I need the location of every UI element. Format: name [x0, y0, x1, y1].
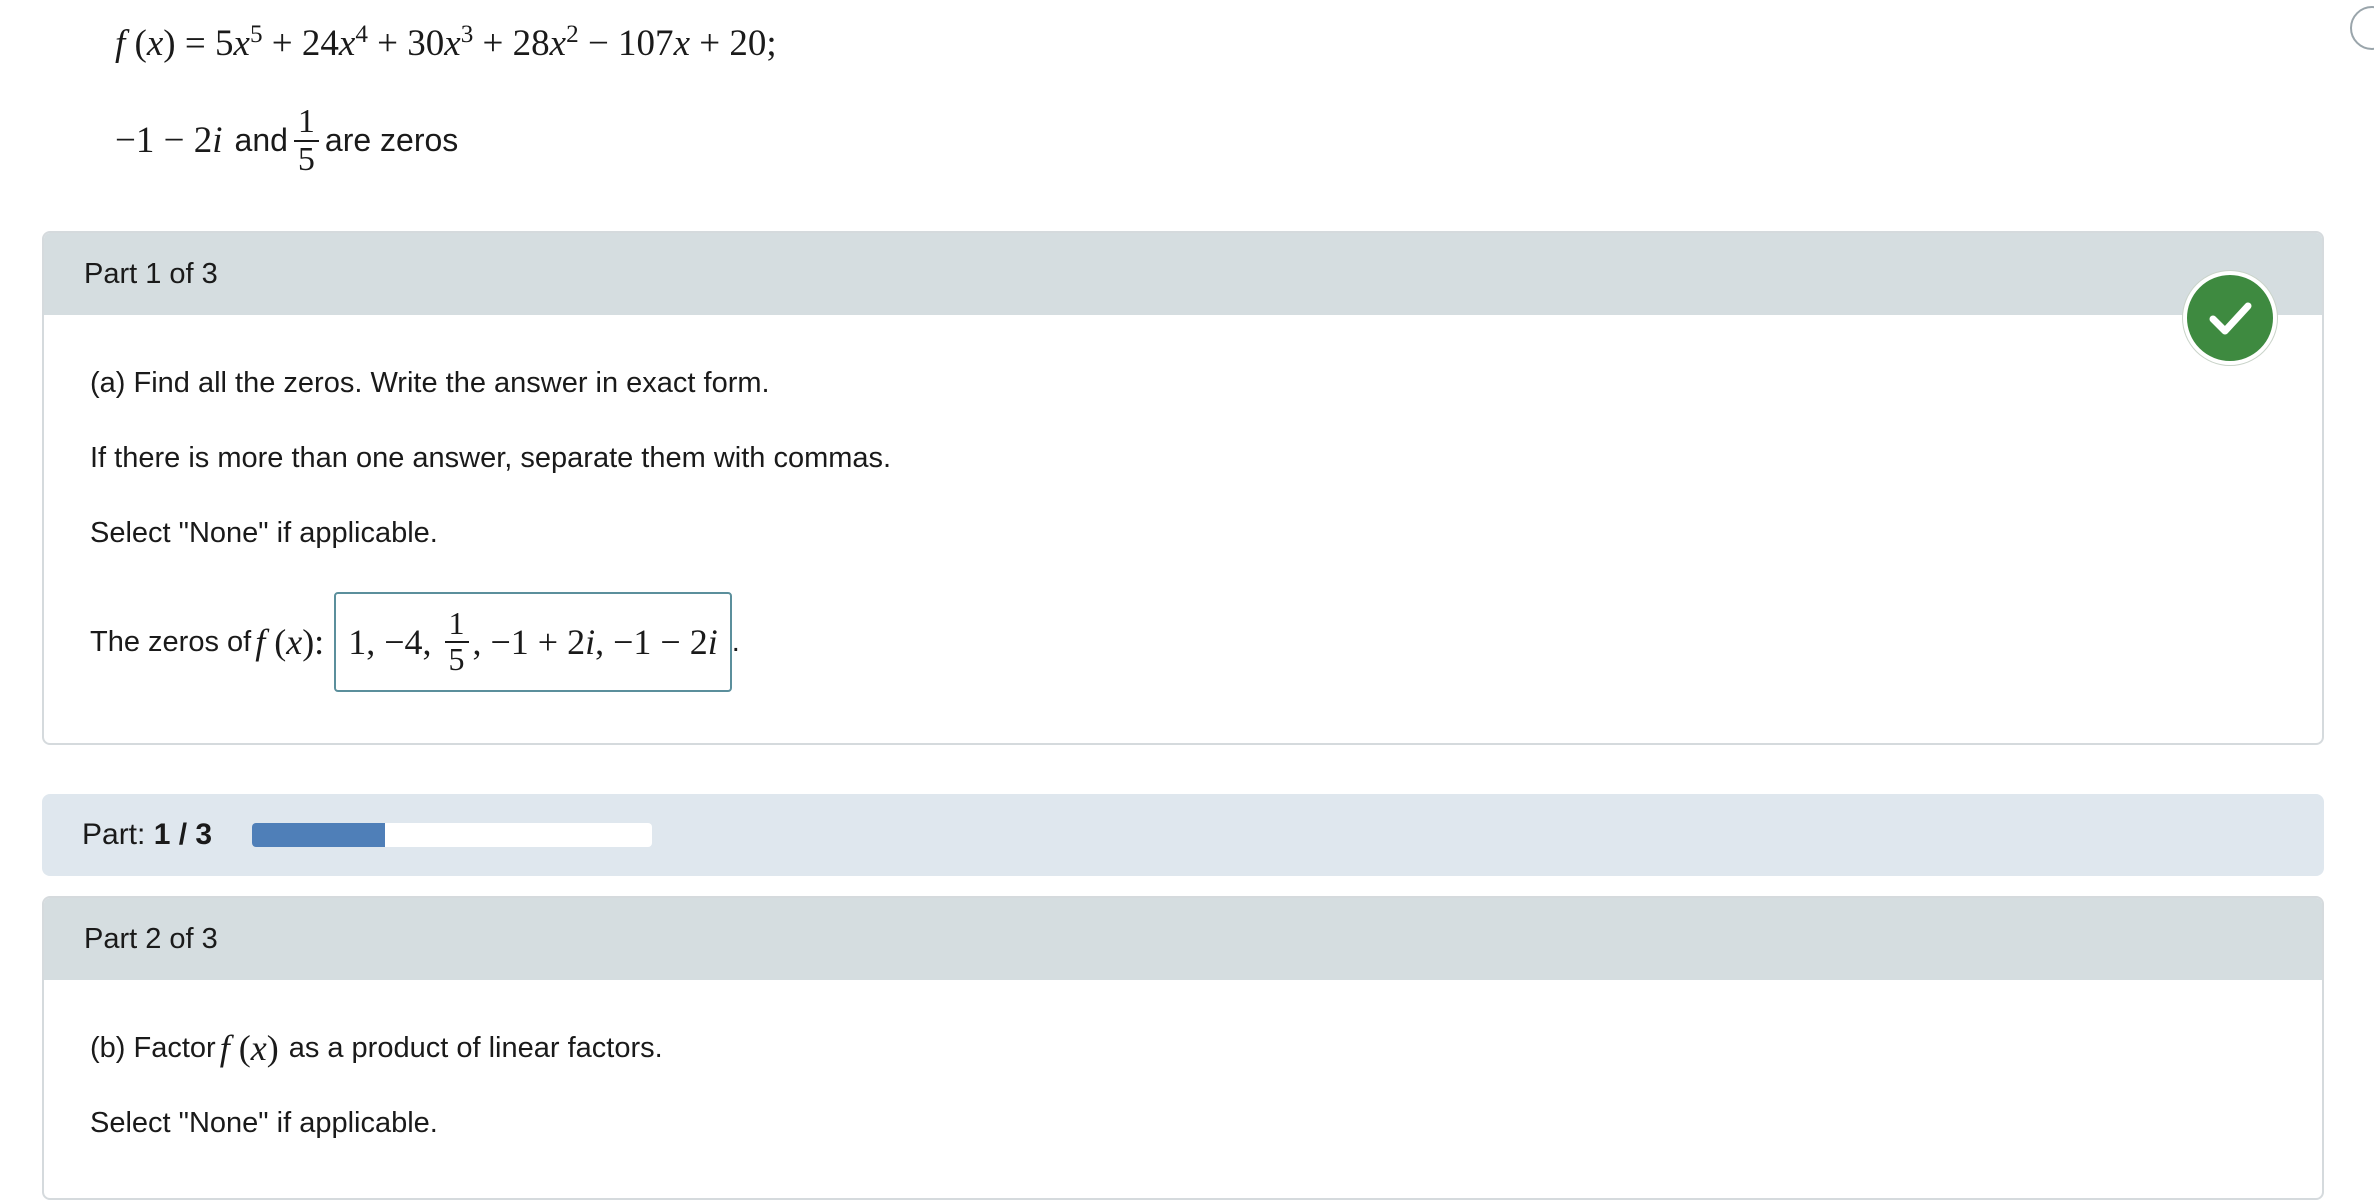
part-2-instruction-suffix: as a product of linear factors. — [288, 1032, 663, 1064]
given-zeros-suffix: are zeros — [324, 122, 459, 159]
progress-value: 1 / 3 — [153, 818, 213, 851]
given-zero-complex: −1 − 2i — [115, 120, 223, 162]
progress-fill — [252, 823, 386, 847]
part-1-separator-note: If there is more than one answer, separa… — [90, 442, 892, 474]
check-circle-icon — [2183, 271, 2277, 365]
part-2-panel: Part 2 of 3 (b) Factor f (x) as a produc… — [42, 896, 2324, 1200]
progress-panel: Part: 1 / 3 — [42, 794, 2324, 876]
progress-track — [252, 823, 653, 847]
part-1-header: Part 1 of 3 — [44, 233, 2322, 315]
zeros-answer-field[interactable]: 1, −4, 15, −1 + 2i, −1 − 2i — [334, 592, 732, 692]
progress-label-text: Part: — [82, 818, 146, 851]
problem-statement: f (x) = 5x5 + 24x4 + 30x3 + 28x2 − 107x … — [115, 10, 777, 177]
part-2-function-label: f (x) — [219, 1028, 279, 1068]
part-2-instruction: (b) Factor f (x) as a product of linear … — [90, 1028, 2322, 1068]
function-definition: f (x) = 5x5 + 24x4 + 30x3 + 28x2 − 107x … — [115, 21, 777, 64]
answer-suffix: . — [731, 625, 740, 658]
part-1-none-note: Select "None" if applicable. — [90, 517, 438, 549]
part-2-instruction-prefix: (b) Factor — [90, 1032, 216, 1064]
answer-fraction: 15 — [444, 607, 469, 676]
given-zeros: −1 − 2i and 15 are zeros — [115, 104, 777, 177]
answer-prefix: The zeros of — [90, 625, 252, 658]
progress-label: Part: 1 / 3 — [82, 818, 212, 852]
answer-row: The zeros of f (x): 1, −4, 15, −1 + 2i, … — [90, 592, 2322, 692]
part-2-header: Part 2 of 3 — [44, 898, 2322, 980]
answer-function-label: f (x): — [255, 622, 325, 662]
part-1-panel: Part 1 of 3 (a) Find all the zeros. Writ… — [42, 231, 2324, 745]
edge-button[interactable] — [2350, 6, 2374, 50]
part-2-none-note: Select "None" if applicable. — [90, 1107, 438, 1139]
given-zero-fraction: 15 — [293, 104, 319, 177]
part-1-instruction: (a) Find all the zeros. Write the answer… — [90, 367, 770, 399]
and-word: and — [234, 122, 288, 159]
